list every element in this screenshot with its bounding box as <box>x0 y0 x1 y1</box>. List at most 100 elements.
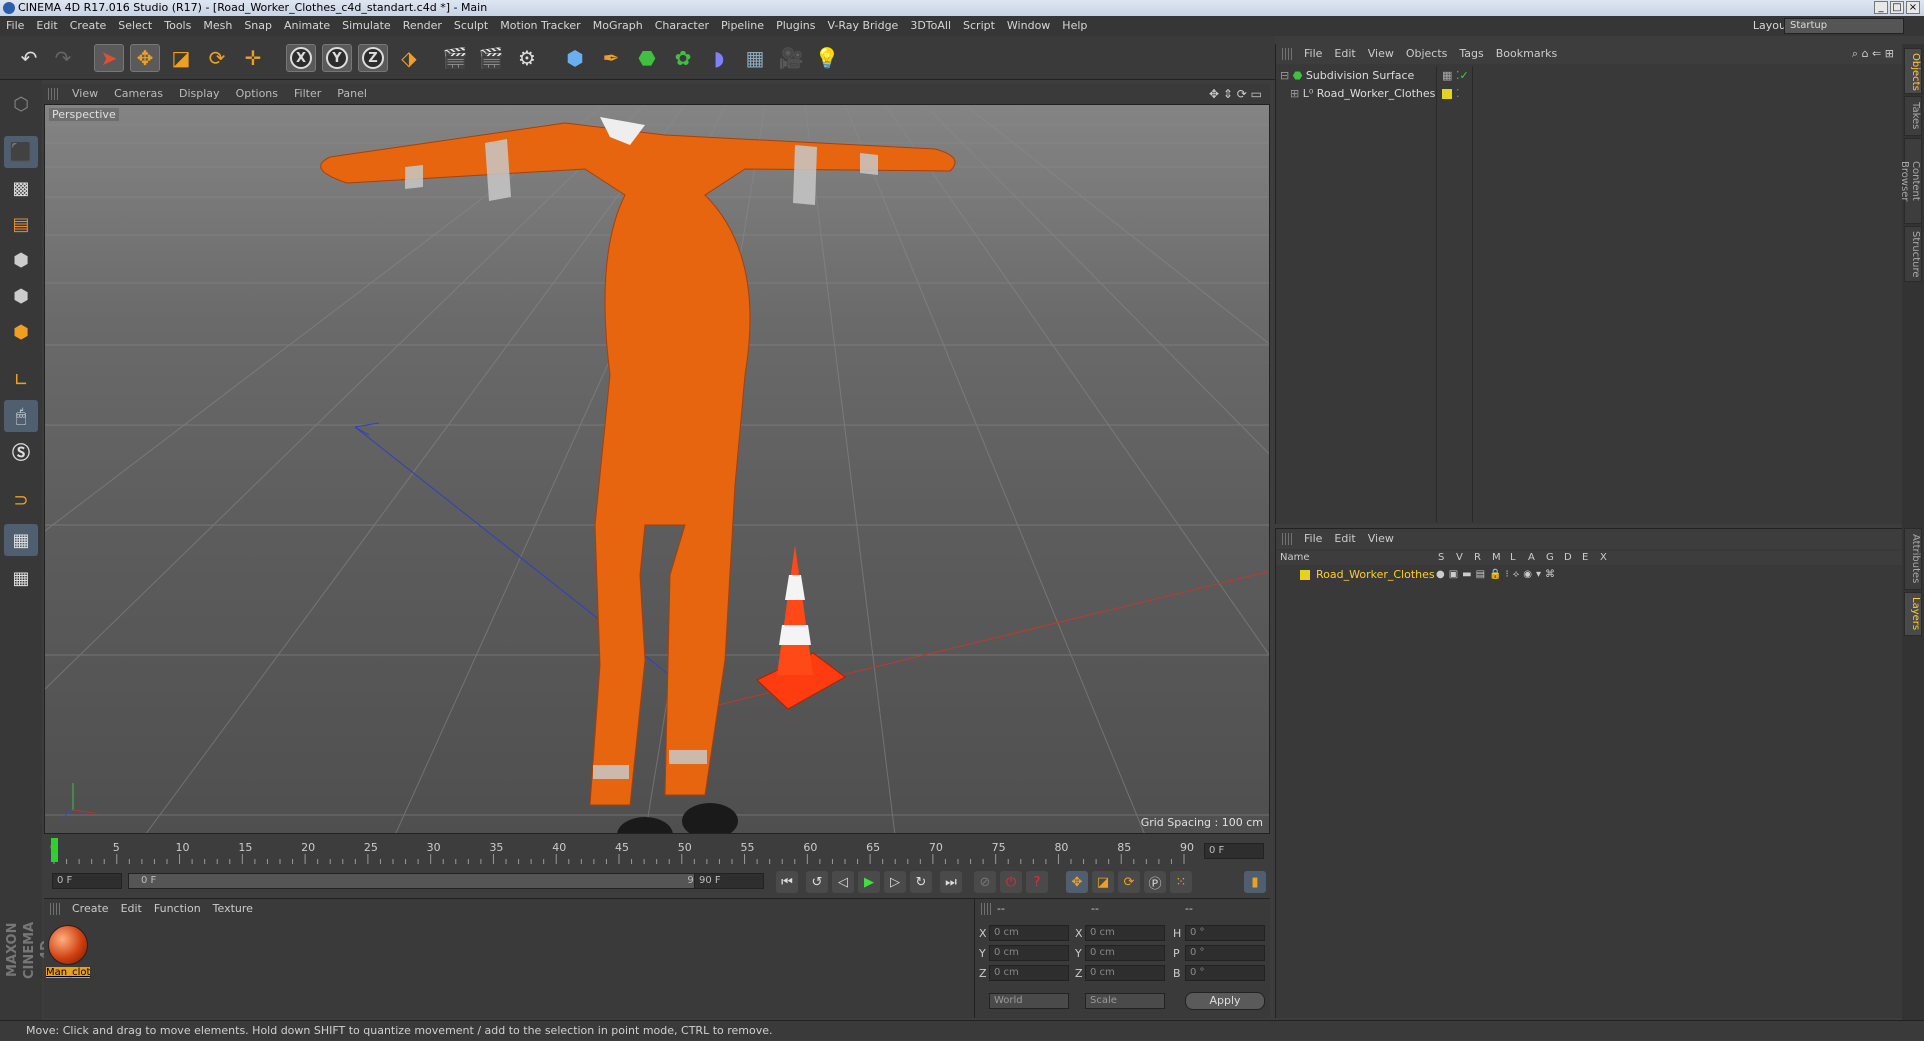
model-mode-button[interactable]: ⬛ <box>4 136 38 168</box>
objmgr-menu-edit[interactable]: Edit <box>1328 44 1361 64</box>
tab-attributes[interactable]: Attributes <box>1904 528 1922 590</box>
key-parameter-button[interactable]: Ⓟ <box>1144 871 1166 893</box>
previous-frame-button[interactable]: ◁ <box>832 871 854 893</box>
size-x-field[interactable]: 0 cm <box>1085 925 1165 941</box>
panel-grip-icon[interactable] <box>1282 48 1292 60</box>
solo-button[interactable]: Ⓢ <box>4 436 38 468</box>
autokey-button[interactable]: ⏻ <box>1000 871 1022 893</box>
play-button[interactable]: ▶ <box>858 871 880 893</box>
objmgr-menu-bookmarks[interactable]: Bookmarks <box>1490 44 1563 64</box>
panel-grip-icon[interactable] <box>981 903 991 915</box>
tab-objects[interactable]: Objects <box>1904 48 1922 94</box>
start-frame-field[interactable]: 0 F <box>52 873 122 889</box>
go-to-start-button[interactable]: ⏮ <box>776 871 798 893</box>
polygons-mode-button[interactable]: ⬢ <box>4 316 38 348</box>
rot-b-field[interactable]: 0 ° <box>1185 965 1265 981</box>
add-deformer-button[interactable]: ◗ <box>704 44 734 72</box>
tab-content-browser[interactable]: Content Browser <box>1899 138 1922 224</box>
size-z-field[interactable]: 0 cm <box>1085 965 1165 981</box>
menu-mesh[interactable]: Mesh <box>197 16 238 36</box>
tab-takes[interactable]: Takes <box>1904 96 1922 136</box>
col-animation[interactable]: A <box>1528 551 1535 565</box>
add-cube-button[interactable]: ⬢ <box>560 44 590 72</box>
material-menu-create[interactable]: Create <box>66 899 115 919</box>
menu-plugins[interactable]: Plugins <box>770 16 821 36</box>
key-pla-button[interactable]: ⁙ <box>1170 871 1192 893</box>
next-frame-button[interactable]: ▷ <box>884 871 906 893</box>
render-view-button[interactable]: 🎬 <box>440 44 470 72</box>
layer-row[interactable]: Road_Worker_Clothes ●▣▬▤🔒⁝⟡◉▾⌘ <box>1276 567 1903 583</box>
col-locked[interactable]: L <box>1510 551 1516 565</box>
y-axis-lock-button[interactable]: Y <box>322 44 352 72</box>
viewport-menu-display[interactable]: Display <box>171 84 228 104</box>
col-deformers[interactable]: D <box>1564 551 1572 565</box>
timeline-ruler[interactable]: 051015202530354045505560657075808590 0 F <box>44 836 1270 866</box>
apply-button[interactable]: Apply <box>1185 992 1265 1010</box>
objmgr-menu-view[interactable]: View <box>1362 44 1400 64</box>
close-button[interactable]: × <box>1906 1 1920 14</box>
current-frame-field[interactable]: 0 F <box>1204 843 1264 859</box>
panel-grip-icon[interactable] <box>48 88 58 100</box>
perspective-viewport[interactable]: Perspective Grid Spacing : 100 cm <box>44 104 1270 834</box>
key-scale-button[interactable]: ◪ <box>1092 871 1114 893</box>
pos-z-field[interactable]: 0 cm <box>989 965 1069 981</box>
size-y-field[interactable]: 0 cm <box>1085 945 1165 961</box>
add-floor-button[interactable]: ▦ <box>740 44 770 72</box>
viewport-nav-icons[interactable]: ✥ ⇕ ⟳ ▭ <box>1209 84 1262 104</box>
next-key-button[interactable]: ↻ <box>910 871 932 893</box>
edges-mode-button[interactable]: ⬢ <box>4 280 38 312</box>
menu-motion-tracker[interactable]: Motion Tracker <box>494 16 586 36</box>
menu-simulate[interactable]: Simulate <box>336 16 397 36</box>
menu-window[interactable]: Window <box>1001 16 1056 36</box>
layer-color-swatch[interactable] <box>1300 570 1310 580</box>
material-menu-function[interactable]: Function <box>148 899 207 919</box>
viewport-menu-filter[interactable]: Filter <box>286 84 329 104</box>
panel-grip-icon[interactable] <box>50 903 60 915</box>
key-position-button[interactable]: ✥ <box>1066 871 1088 893</box>
menu-script[interactable]: Script <box>957 16 1001 36</box>
layer-menu-view[interactable]: View <box>1362 529 1400 549</box>
enabled-check-icon[interactable]: ⁚✓ <box>1456 68 1469 84</box>
playhead-marker[interactable] <box>51 838 58 862</box>
objmgr-menu-tags[interactable]: Tags <box>1453 44 1489 64</box>
col-expressions[interactable]: E <box>1582 551 1588 565</box>
menu-3dtoall[interactable]: 3DToAll <box>904 16 957 36</box>
object-row-subdivision-surface[interactable]: ⊟ ⬣ Subdivision Surface ▦ ⁚✓ <box>1280 68 1880 84</box>
col-manager[interactable]: M <box>1492 551 1501 565</box>
lock-workplane-button[interactable]: ▦ <box>4 524 38 556</box>
col-xref[interactable]: X <box>1600 551 1607 565</box>
menu-file[interactable]: File <box>0 16 30 36</box>
objmgr-search-home-icons[interactable]: ⌕ ⌂ ⇐ ⊞ <box>1852 44 1894 64</box>
scale-tool-button[interactable]: ◪ <box>166 44 196 72</box>
material-menu-edit[interactable]: Edit <box>115 899 148 919</box>
viewport-menu-panel[interactable]: Panel <box>329 84 375 104</box>
viewport-menu-cameras[interactable]: Cameras <box>106 84 171 104</box>
objmgr-menu-objects[interactable]: Objects <box>1400 44 1454 64</box>
planar-workplane-button[interactable]: ▦ <box>4 562 38 594</box>
camera-label[interactable]: Perspective <box>49 108 119 121</box>
layer-toggle-icons[interactable]: ●▣▬▤🔒⁝⟡◉▾⌘ <box>1436 567 1559 583</box>
keyframe-selection-button[interactable]: ? <box>1026 871 1048 893</box>
menu-render[interactable]: Render <box>397 16 448 36</box>
key-rotation-button[interactable]: ⟳ <box>1118 871 1140 893</box>
workplane-mode-button[interactable]: ▤ <box>4 208 38 240</box>
x-axis-lock-button[interactable]: X <box>286 44 316 72</box>
editor-visibility-icon[interactable]: ▦ <box>1442 68 1452 84</box>
viewport-menu-view[interactable]: View <box>64 84 106 104</box>
frame-range-slider[interactable]: 0 F 90 F <box>128 873 718 889</box>
rot-p-field[interactable]: 0 ° <box>1185 945 1265 961</box>
menu-mograph[interactable]: MoGraph <box>587 16 649 36</box>
move-tool-button[interactable]: ✥ <box>130 44 160 72</box>
render-settings-button[interactable]: ⚙ <box>512 44 542 72</box>
make-editable-button[interactable]: ⬡ <box>4 88 38 120</box>
menu-select[interactable]: Select <box>112 16 158 36</box>
add-array-button[interactable]: ✿ <box>668 44 698 72</box>
end-frame-field[interactable]: 90 F <box>694 873 764 889</box>
pos-x-field[interactable]: 0 cm <box>989 925 1069 941</box>
expand-icon[interactable]: ⊞ <box>1290 87 1299 100</box>
points-mode-button[interactable]: ⬢ <box>4 244 38 276</box>
layer-menu-edit[interactable]: Edit <box>1328 529 1361 549</box>
add-light-button[interactable]: 💡 <box>812 44 842 72</box>
recent-tool-button[interactable]: ✛ <box>238 44 268 72</box>
col-name[interactable]: Name <box>1280 551 1310 565</box>
